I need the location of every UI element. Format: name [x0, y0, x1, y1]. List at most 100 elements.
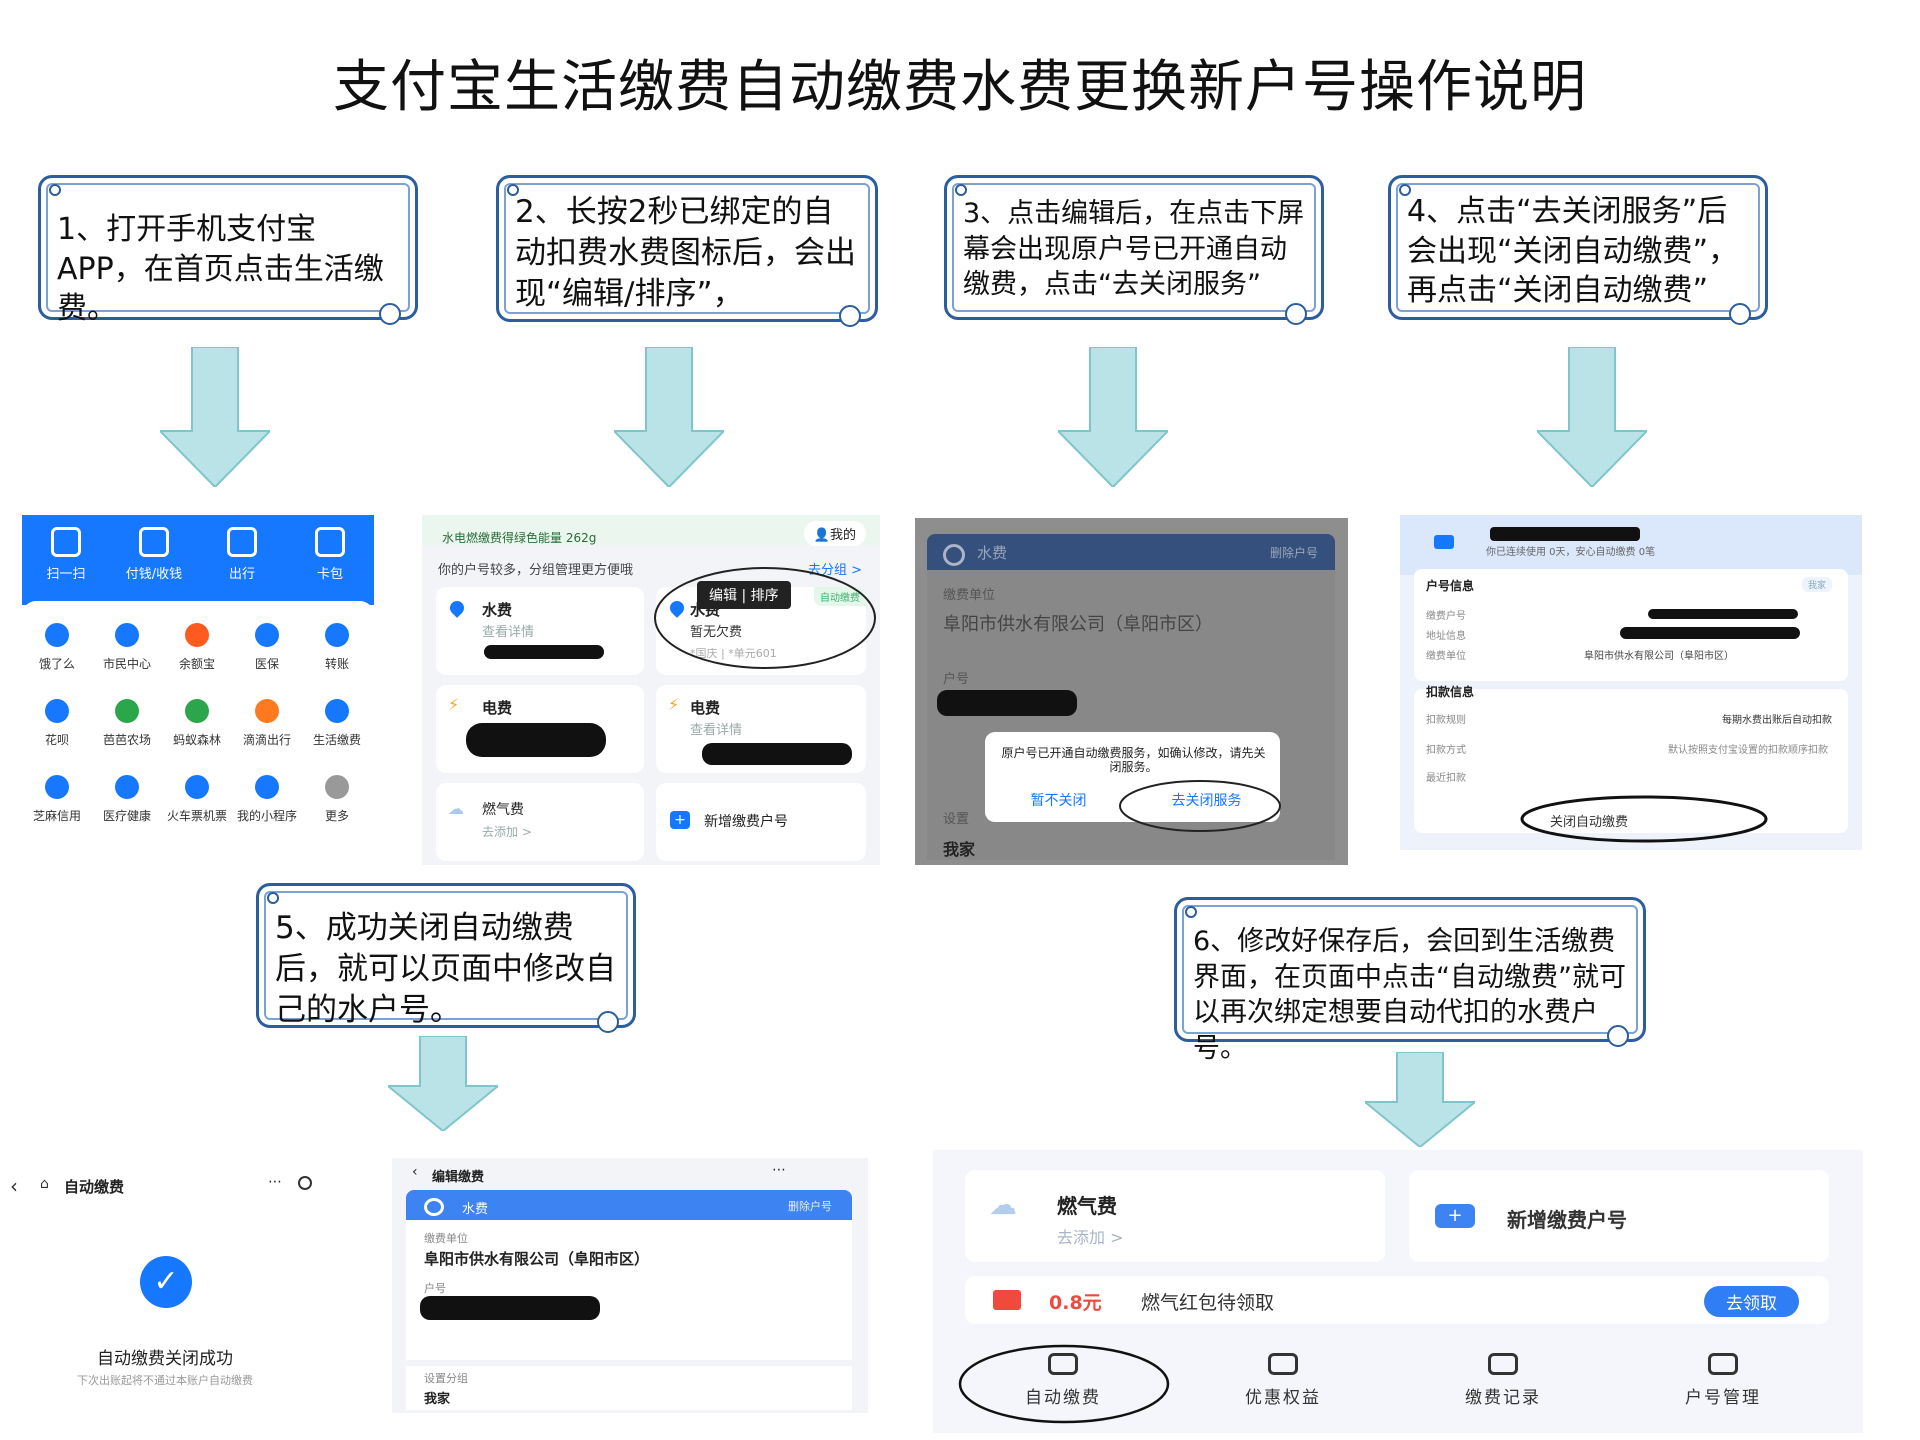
- lightning-icon: ⚡: [448, 695, 460, 714]
- more-options-icon[interactable]: ⋯: [772, 1162, 786, 1178]
- back-icon[interactable]: ‹: [412, 1164, 418, 1180]
- top-action-label: 出行: [228, 567, 255, 582]
- huabei-icon: [45, 699, 69, 723]
- screenshot-close-success: ‹ ⌂ 自动缴费 ⋯ ✓ 自动缴费关闭成功 下次出账起将不通过本账户自动缴费: [0, 1160, 330, 1400]
- top-action-1[interactable]: 付钱/收钱: [110, 527, 198, 602]
- app-shortcut[interactable]: 芝麻信用: [22, 767, 92, 843]
- app-shortcut[interactable]: 芭芭农场: [92, 691, 162, 767]
- gift-icon: [1268, 1352, 1298, 1375]
- app-shortcut-label: 医疗健康: [102, 809, 151, 823]
- add-account-card[interactable]: + 新增缴费户号: [1409, 1170, 1829, 1262]
- app-shortcut[interactable]: 火车票机票: [162, 767, 232, 843]
- step-4-text: 4、点击“去关闭服务”后会出现“关闭自动缴费”，再点击“关闭自动缴费”: [1407, 194, 1739, 309]
- scan-icon: [51, 527, 81, 557]
- app-shortcut-label: 花呗: [44, 733, 69, 747]
- water-icon: [943, 544, 965, 566]
- promo-bar: 0.8元 燃气红包待领取 去领取: [965, 1276, 1829, 1324]
- lightning-icon: ⚡: [668, 695, 680, 714]
- screenshot-auto-pay-detail: 你已连续使用 0天，安心自动缴费 0笔 户号信息 我家 缴费户号 地址信息 缴费单位…: [1400, 515, 1862, 850]
- step-5-callout: 5、成功关闭自动缴费后，就可以页面中修改自己的水户号。: [256, 883, 636, 1033]
- hand-drawn-circle: [654, 567, 876, 669]
- top-action-3[interactable]: 卡包: [286, 527, 374, 602]
- app-shortcut-label: 饿了么: [38, 657, 75, 671]
- app-shortcut[interactable]: 更多: [302, 767, 372, 843]
- electricity-card[interactable]: ⚡ 电费: [436, 685, 644, 773]
- step-3-callout: 3、点击编辑后，在点击下屏幕会出现原户号已开通自动缴费，点击“去关闭服务”: [944, 175, 1324, 325]
- gas-card[interactable]: ☁ 燃气费 去添加 >: [436, 783, 644, 861]
- back-icon[interactable]: ‹: [10, 1174, 18, 1198]
- app-shortcut[interactable]: 余额宝: [162, 615, 232, 691]
- app-shortcut[interactable]: 我的小程序: [232, 767, 302, 843]
- app-shortcut-label: 我的小程序: [236, 809, 297, 823]
- app-shortcut-label: 滴滴出行: [242, 733, 291, 747]
- step-3-text: 3、点击编辑后，在点击下屏幕会出现原户号已开通自动缴费，点击“去关闭服务”: [963, 198, 1305, 301]
- water-card[interactable]: 水费 查看详情: [436, 587, 644, 675]
- keep-service-button[interactable]: 暂不关闭: [985, 790, 1132, 810]
- eleme-icon: [45, 623, 69, 647]
- health-icon: [115, 775, 139, 799]
- shield-icon: [1434, 535, 1454, 549]
- app-shortcut[interactable]: 花呗: [22, 691, 92, 767]
- gas-card[interactable]: ☁ 燃气费 去添加 >: [965, 1170, 1385, 1262]
- dialog-message: 原户号已开通自动缴费服务，如确认修改，请先关闭服务。: [1001, 746, 1266, 774]
- app-shortcut-label: 芝麻信用: [32, 809, 81, 823]
- hand-drawn-circle: [1119, 780, 1281, 832]
- bottom-tab-2[interactable]: 缴费记录: [1393, 1340, 1613, 1420]
- app-shortcut[interactable]: 蚂蚁森林: [162, 691, 232, 767]
- card-icon: [315, 527, 345, 557]
- pay-icon: [139, 527, 169, 557]
- top-action-label: 付钱/收钱: [125, 567, 183, 582]
- mine-button[interactable]: 👤我的: [803, 521, 866, 546]
- screenshot-alipay-home: 扫一扫 付钱/收钱 出行 卡包 饿了么 市民中心 余额宝 医保 转账花呗 芭芭农场 蚂蚁森林 滴滴出…: [22, 515, 374, 860]
- hand-drawn-circle: [958, 1344, 1170, 1424]
- green-energy-banner: 水电燃缴费得绿色能量 262g: [442, 531, 597, 545]
- app-shortcut[interactable]: 医疗健康: [92, 767, 162, 843]
- ticket-icon: [185, 775, 209, 799]
- record-dot-icon[interactable]: [298, 1176, 312, 1190]
- top-action-label: 卡包: [316, 567, 343, 582]
- more-options-icon[interactable]: ⋯: [268, 1174, 282, 1190]
- step-5-text: 5、成功关闭自动缴费后，就可以页面中修改自己的水户号。: [275, 910, 616, 1028]
- app-shortcut[interactable]: 市民中心: [92, 615, 162, 691]
- medical-insurance-icon: [255, 623, 279, 647]
- info-row-label: 缴费户号: [1426, 611, 1466, 622]
- record-icon: [1488, 1352, 1518, 1375]
- app-shortcut[interactable]: 饿了么: [22, 615, 92, 691]
- bottom-tab-label: 缴费记录: [1465, 1387, 1541, 1408]
- step-2-callout: 2、长按2秒已绑定的自动扣费水费图标后，会出现“编辑/排序”，: [496, 175, 878, 327]
- success-check-icon: ✓: [140, 1256, 192, 1308]
- step-1-text: 1、打开手机支付宝APP，在首页点击生活缴费。: [57, 212, 384, 327]
- screenshot-close-service-dialog: 水费 删除户号 缴费单位 阜阳市供水有限公司（阜阳市区） 户号 设置 我家 原户…: [915, 518, 1348, 865]
- page-title: 支付宝生活缴费自动缴费水费更换新户号操作说明: [333, 55, 1587, 120]
- step-1-callout: 1、打开手机支付宝APP，在首页点击生活缴费。: [38, 175, 418, 326]
- app-shortcut[interactable]: 医保: [232, 615, 302, 691]
- add-account-card[interactable]: + 新增缴费户号: [656, 783, 866, 861]
- down-arrow-1: [160, 347, 270, 487]
- more-icon: [325, 775, 349, 799]
- top-action-0[interactable]: 扫一扫: [22, 527, 110, 602]
- step-2-text: 2、长按2秒已绑定的自动扣费水费图标后，会出现“编辑/排序”，: [515, 194, 856, 312]
- app-shortcut-label: 蚂蚁森林: [172, 733, 221, 747]
- bottom-tab-1[interactable]: 优惠权益: [1173, 1340, 1393, 1420]
- claim-button[interactable]: 去领取: [1704, 1286, 1799, 1317]
- app-shortcut-label: 更多: [324, 809, 349, 823]
- water-icon: [424, 1198, 444, 1216]
- step-4-callout: 4、点击“去关闭服务”后会出现“关闭自动缴费”，再点击“关闭自动缴费”: [1388, 175, 1768, 325]
- home-icon[interactable]: ⌂: [40, 1176, 49, 1192]
- app-shortcut[interactable]: 生活缴费: [302, 691, 372, 767]
- bottom-tab-3[interactable]: 户号管理: [1613, 1340, 1833, 1420]
- cloud-icon: ☁: [448, 799, 464, 818]
- gear-icon: [1708, 1352, 1738, 1375]
- transfer-icon: [325, 623, 349, 647]
- top-action-2[interactable]: 出行: [198, 527, 286, 602]
- travel-icon: [227, 527, 257, 557]
- app-shortcut[interactable]: 滴滴出行: [232, 691, 302, 767]
- bottom-tab-label: 优惠权益: [1245, 1387, 1321, 1408]
- app-shortcut[interactable]: 转账: [302, 615, 372, 691]
- down-arrow-4: [1537, 347, 1647, 487]
- app-shortcut-label: 转账: [324, 657, 349, 671]
- screenshot-edit-payment: ‹ 编辑缴费 ⋯ 水费 删除户号 缴费单位 阜阳市供水有限公司（阜阳市区） 户号…: [392, 1158, 868, 1413]
- electricity-card-2[interactable]: ⚡ 电费 查看详情: [656, 685, 866, 773]
- step-6-text: 6、修改好保存后，会回到生活缴费界面，在页面中点击“自动缴费”就可以再次绑定想要…: [1193, 926, 1626, 1064]
- down-arrow-3: [1058, 347, 1168, 487]
